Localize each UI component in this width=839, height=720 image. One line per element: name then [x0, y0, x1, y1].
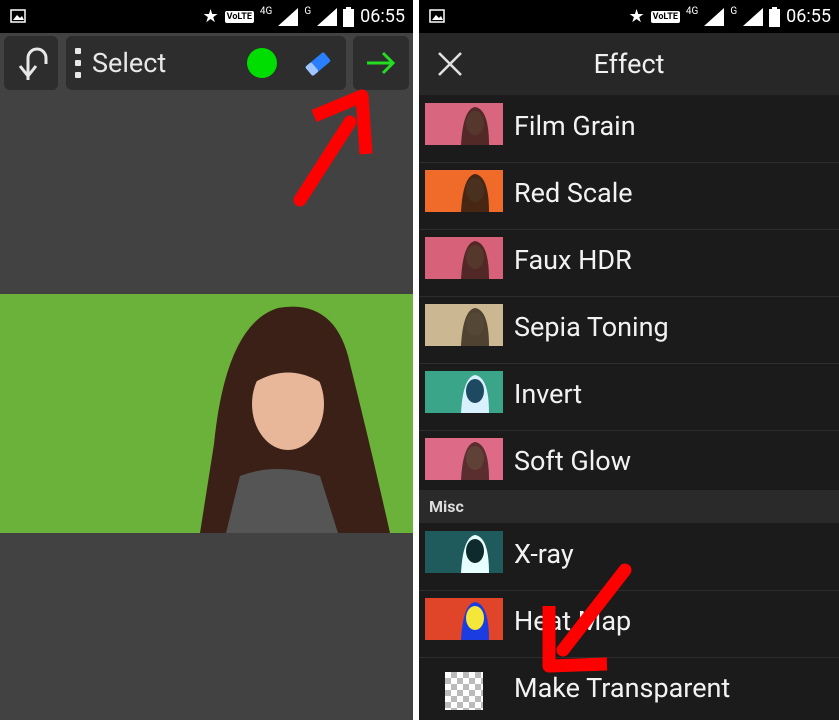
page-title: Effect: [593, 48, 665, 80]
section-header-misc: Misc: [419, 490, 839, 523]
battery-icon: [769, 6, 781, 27]
effect-item-red-scale[interactable]: Red Scale: [419, 162, 839, 230]
red-annotation-arrow: [293, 89, 373, 207]
volte-badge: VoLTE: [650, 10, 680, 23]
effect-item-faux-hdr[interactable]: Faux HDR: [419, 229, 839, 297]
effect-label: Faux HDR: [514, 244, 632, 276]
status-bar-right: ★ VoLTE 4G G 06:55: [419, 0, 839, 33]
network-4g-label: 4G: [259, 6, 273, 17]
right-screen: ★ VoLTE 4G G 06:55 Effect Film Grain Red…: [419, 0, 839, 720]
clock: 06:55: [360, 6, 405, 27]
status-bar: ★ VoLTE 4G G 06:55: [0, 0, 413, 33]
network-g-label: G: [304, 6, 312, 17]
signal-icon-2: [743, 7, 764, 26]
effect-thumbnail: [425, 237, 503, 279]
effect-label: Invert: [514, 378, 583, 410]
effect-thumbnail: [425, 103, 503, 145]
effect-thumbnail: [425, 598, 503, 640]
effect-thumbnail: [425, 304, 503, 346]
effect-thumbnail: [425, 371, 503, 413]
select-toolbar: Select: [66, 36, 346, 90]
effect-item-heat-map[interactable]: Heat Map: [419, 590, 839, 658]
photo-canvas[interactable]: [0, 294, 413, 533]
signal-icon-2: [317, 7, 338, 26]
gallery-icon: [10, 9, 26, 23]
effect-item-make-transparent[interactable]: Make Transparent: [419, 657, 839, 720]
select-mode-label[interactable]: Select: [92, 47, 166, 79]
star-icon: ★: [628, 6, 645, 27]
effect-header: Effect: [419, 33, 839, 95]
effect-item-sepia-toning[interactable]: Sepia Toning: [419, 296, 839, 364]
volte-badge: VoLTE: [224, 10, 254, 23]
close-icon[interactable]: [437, 51, 463, 77]
effect-thumbnail: [425, 438, 503, 480]
effect-label: Make Transparent: [514, 672, 731, 704]
portrait-image: [0, 294, 413, 533]
transparency-checker-icon: [445, 672, 483, 710]
effect-label: Heat Map: [514, 605, 632, 637]
signal-icon: [278, 7, 299, 26]
undo-icon: [18, 47, 48, 80]
section-label: Misc: [429, 497, 464, 516]
undo-button[interactable]: [4, 36, 58, 90]
brush-color-button[interactable]: [247, 48, 277, 78]
effect-thumbnail: [425, 170, 503, 212]
effect-item-x-ray[interactable]: X-ray: [419, 523, 839, 591]
network-4g-label: 4G: [685, 6, 699, 17]
battery-icon: [343, 6, 355, 27]
effect-item-soft-glow[interactable]: Soft Glow: [419, 430, 839, 498]
arrow-right-icon: [367, 51, 396, 75]
gallery-icon: [429, 9, 445, 23]
effect-label: Sepia Toning: [514, 311, 669, 343]
effect-label: X-ray: [514, 538, 574, 570]
effect-label: Film Grain: [514, 110, 636, 142]
left-screen: ★ VoLTE 4G G 06:55 Select: [0, 0, 413, 720]
clock: 06:55: [786, 6, 831, 27]
overflow-menu-icon[interactable]: [75, 48, 81, 78]
effect-label: Red Scale: [514, 177, 633, 209]
effect-item-invert[interactable]: Invert: [419, 363, 839, 431]
eraser-icon[interactable]: [302, 48, 334, 80]
network-g-label: G: [730, 6, 738, 17]
effect-label: Soft Glow: [514, 445, 631, 477]
effect-item-film-grain[interactable]: Film Grain: [419, 95, 839, 163]
effect-thumbnail: [425, 531, 503, 573]
next-button[interactable]: [353, 36, 409, 90]
star-icon: ★: [202, 6, 219, 27]
signal-icon: [704, 7, 725, 26]
